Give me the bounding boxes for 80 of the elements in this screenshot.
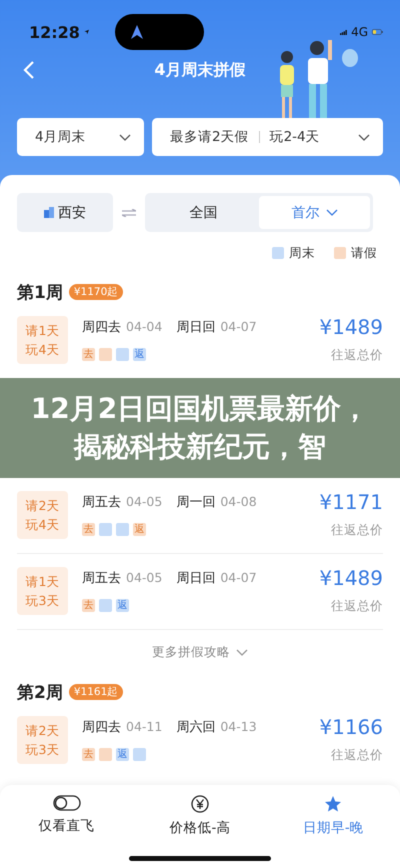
week-title: 第2周 xyxy=(17,682,63,704)
filter-dropdown[interactable]: 最多请2天假 玩2-4天 xyxy=(152,118,383,156)
origin-city-button[interactable]: 西安 xyxy=(17,193,113,232)
day-square xyxy=(99,523,112,536)
legend-swatch xyxy=(272,247,284,259)
play-days: 玩4天 xyxy=(26,516,60,532)
play-days: 玩3天 xyxy=(26,592,60,608)
leave-days: 请1天 xyxy=(26,574,60,588)
price-note: 往返总价 xyxy=(331,347,383,364)
depart-day: 周五去 xyxy=(82,569,121,587)
sort-tab[interactable]: 仅看直飞 xyxy=(12,795,122,845)
building-icon xyxy=(44,207,54,218)
trip-price: ¥1171 xyxy=(319,490,383,514)
return-day: 周日回 xyxy=(176,569,216,587)
clock-time: 12:28 xyxy=(29,22,80,42)
price-note: 往返总价 xyxy=(331,522,383,539)
trip-price: ¥1489 xyxy=(319,315,383,339)
day-square xyxy=(116,523,129,536)
network-label: 4G xyxy=(351,25,368,39)
depart-day: 周四去 xyxy=(82,318,121,336)
return-date: 04-13 xyxy=(220,719,257,734)
price-badge: ¥1170起 xyxy=(68,284,124,300)
filter-dropdown[interactable]: 4月周末 xyxy=(17,118,144,156)
day-tag: 去 xyxy=(82,748,95,761)
day-square xyxy=(99,599,112,612)
chevron-down-icon xyxy=(236,649,248,656)
overlay-caption: 12月2日回国机票最新价，揭秘科技新纪元，智 xyxy=(0,378,400,478)
leave-days: 请2天 xyxy=(26,722,60,738)
depart-day: 周四去 xyxy=(82,718,121,736)
destination-tab[interactable]: 全国 xyxy=(148,196,259,229)
trip-price: ¥1489 xyxy=(319,566,383,590)
play-days: 玩4天 xyxy=(26,342,60,356)
depart-date: 04-11 xyxy=(126,719,162,734)
day-tag: 去 xyxy=(82,523,95,536)
sort-tab[interactable]: 日期早-晚 xyxy=(278,795,388,845)
day-square xyxy=(133,748,146,761)
leave-days: 请1天 xyxy=(26,322,60,338)
leave-days: 请2天 xyxy=(26,498,60,512)
price-note: 往返总价 xyxy=(331,747,383,764)
day-square xyxy=(116,348,129,361)
page-title: 4月周末拼假 xyxy=(154,60,246,80)
trip-price: ¥1166 xyxy=(319,715,383,739)
chevron-down-icon xyxy=(358,134,370,140)
swap-icon xyxy=(122,208,136,216)
day-tag: 返 xyxy=(116,599,129,612)
week-title: 第1周 xyxy=(17,282,63,304)
day-square xyxy=(99,748,112,761)
day-tag: 去 xyxy=(82,599,95,612)
price-badge: ¥1161起 xyxy=(68,684,124,700)
yen-coin-icon xyxy=(190,795,209,813)
legend-label: 周末 xyxy=(289,244,315,262)
more-tips-link[interactable]: 更多拼假攻略 xyxy=(152,644,248,661)
day-square xyxy=(99,348,112,361)
day-tag: 返 xyxy=(133,348,146,361)
return-day: 周一回 xyxy=(176,493,216,511)
return-day: 周六回 xyxy=(176,718,216,736)
play-days: 玩3天 xyxy=(26,742,60,756)
navigation-arrow-icon xyxy=(131,25,144,39)
battery-icon xyxy=(372,26,384,38)
return-date: 04-07 xyxy=(220,319,257,334)
depart-day: 周五去 xyxy=(82,493,121,511)
day-tag: 去 xyxy=(82,348,95,361)
price-note: 往返总价 xyxy=(331,598,383,615)
legend-swatch xyxy=(334,247,346,259)
return-date: 04-07 xyxy=(220,570,257,585)
return-day: 周日回 xyxy=(176,318,216,336)
sort-tab[interactable]: 价格低-高 xyxy=(144,795,255,845)
chevron-down-icon xyxy=(119,134,131,140)
legend-label: 请假 xyxy=(351,244,377,262)
return-date: 04-08 xyxy=(220,494,257,509)
toggle-switch-icon xyxy=(52,795,81,811)
chevron-down-icon xyxy=(326,209,338,216)
day-tag: 返 xyxy=(133,523,146,536)
star-icon xyxy=(324,795,342,813)
depart-date: 04-05 xyxy=(126,494,162,509)
day-tag: 返 xyxy=(116,748,129,761)
destination-tab[interactable]: 首尔 xyxy=(259,196,370,229)
depart-date: 04-05 xyxy=(126,570,162,585)
depart-date: 04-04 xyxy=(126,319,162,334)
back-chevron-icon xyxy=(23,60,35,80)
